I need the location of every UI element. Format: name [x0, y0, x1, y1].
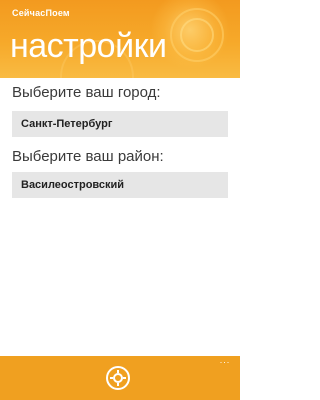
city-label: Выберите ваш город: — [12, 84, 161, 101]
district-select[interactable]: Василеостровский — [12, 172, 228, 198]
header-banner: СейчасПоем настройки — [0, 0, 240, 78]
header-decoration — [180, 18, 214, 52]
city-select[interactable]: Санкт-Петербург — [12, 111, 228, 137]
locate-icon[interactable] — [106, 366, 130, 390]
app-title: СейчасПоем — [12, 8, 70, 18]
app-bar — [0, 356, 240, 400]
page-title: настройки — [10, 27, 167, 65]
more-menu-button[interactable]: ... — [214, 356, 236, 365]
locate-icon-center — [113, 373, 123, 383]
district-label: Выберите ваш район: — [12, 148, 164, 165]
settings-screen: СейчасПоем настройки Выберите ваш город:… — [0, 0, 240, 400]
